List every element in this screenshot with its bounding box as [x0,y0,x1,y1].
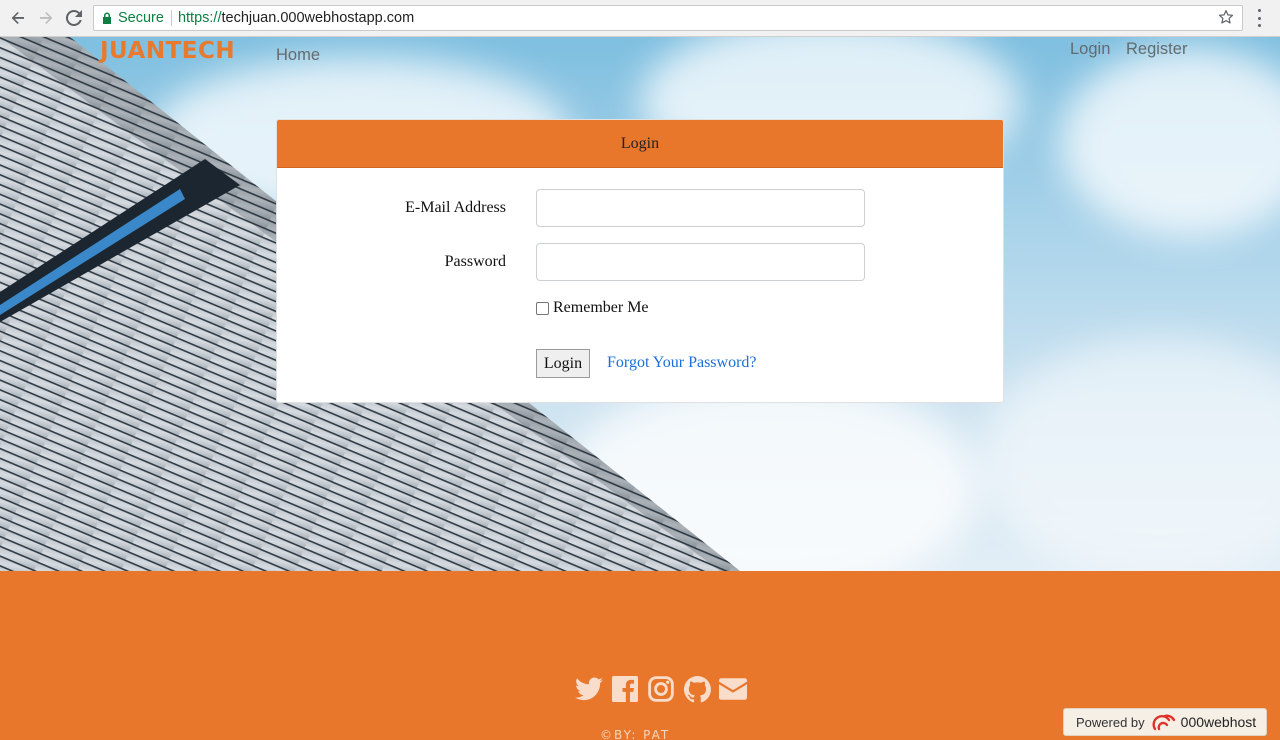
password-field[interactable] [536,243,865,281]
powered-by-brand: 000webhost [1180,714,1257,730]
url-scheme: https:// [177,10,222,26]
bookmark-star-icon[interactable] [1218,9,1234,29]
forgot-password-link[interactable]: Forgot Your Password? [607,354,757,372]
secure-divider [170,10,172,26]
login-card: Login E-Mail Address Password Remember M… [276,119,1004,403]
footer-byline: ©BY: PAT [600,728,671,740]
facebook-icon[interactable] [611,675,639,703]
social-links [575,675,747,703]
password-label: Password [444,253,506,270]
back-button[interactable] [8,8,28,28]
forward-button[interactable] [36,8,56,28]
lock-icon [103,12,111,24]
reload-button[interactable] [64,8,84,28]
envelope-icon[interactable] [719,675,747,703]
remember-me-label[interactable]: Remember Me [553,299,649,317]
reload-icon [66,10,82,26]
instagram-icon[interactable] [647,675,675,703]
nav-register-link[interactable]: Register [1126,40,1187,59]
url-host: techjuan.000webhostapp.com [221,10,415,26]
powered-by-label: Powered by [1076,714,1145,730]
remember-me-checkbox[interactable] [536,301,549,315]
login-submit-button[interactable]: Login [536,349,590,378]
login-card-title: Login [277,120,1003,168]
remember-me-row: Remember Me [536,299,649,317]
arrow-right-icon [40,12,53,24]
brand-logo[interactable]: JUANTECH [100,38,235,64]
secure-label: Secure [118,10,164,26]
nav-login-link[interactable]: Login [1070,40,1110,59]
email-label: E-Mail Address [405,199,506,216]
secure-indicator[interactable]: Secure [94,10,164,26]
twitter-icon[interactable] [575,675,603,703]
browser-menu-icon[interactable] [1256,9,1262,27]
nav-home-link[interactable]: Home [276,46,320,65]
browser-toolbar: Secure https://techjuan.000webhostapp.co… [0,0,1280,37]
powered-by-badge[interactable]: Powered by 000webhost [1063,708,1267,736]
github-icon[interactable] [683,675,711,703]
arrow-left-icon [11,12,24,24]
000webhost-logo-icon [1152,714,1175,731]
address-bar[interactable]: Secure https://techjuan.000webhostapp.co… [93,5,1243,31]
email-field[interactable] [536,189,865,227]
